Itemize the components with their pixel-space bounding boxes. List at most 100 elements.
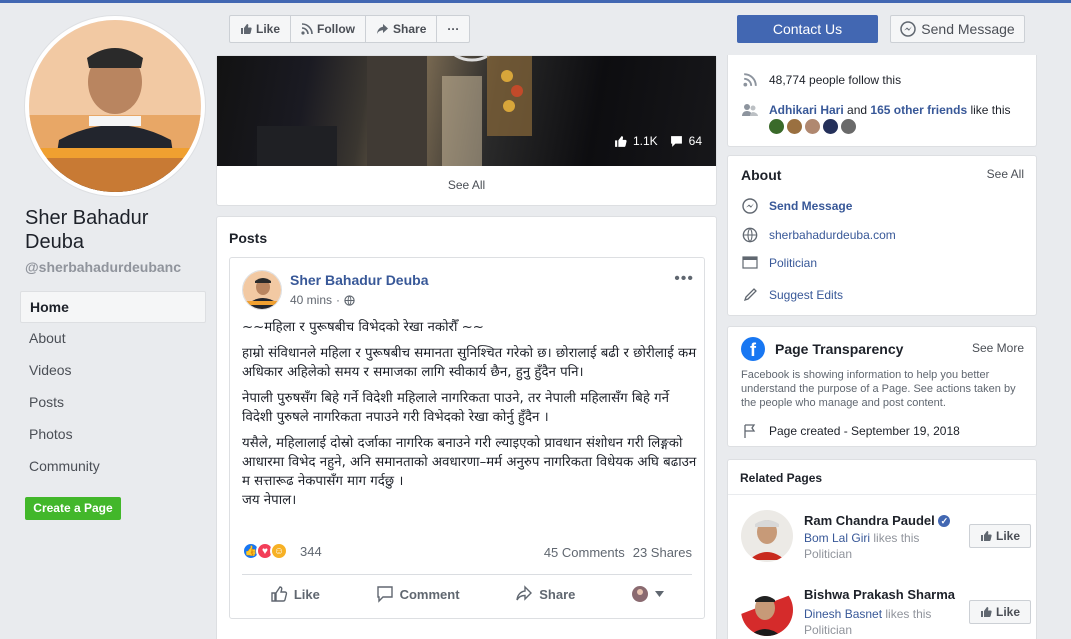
post-paragraph: यसैले, महिलालाई दोस्रो दर्जाका नागरिक बन… [242,436,697,489]
page-created-row: Page created - September 19, 2018 [741,422,960,440]
comment-count-link[interactable]: 45 Comments [544,545,625,560]
profile-picture[interactable] [25,16,205,196]
follow-count: 48,774 people follow this [769,73,902,87]
create-page-button[interactable]: Create a Page [25,497,121,520]
post-share-button[interactable]: Share [515,585,575,603]
nav-item-about[interactable]: About [20,323,206,355]
video-comment-count: 64 [688,134,702,148]
post-options-button[interactable]: ••• [674,270,694,288]
comment-icon [376,586,393,603]
post-paragraph: हाम्रो संविधानले महिला र पुरूषबीच समानता… [242,346,697,380]
contact-us-button[interactable]: Contact Us [737,15,878,43]
about-heading: About [741,167,782,183]
video-player[interactable]: 1.1K 64 [217,56,716,166]
website-row: sherbahadurdeuba.com [741,226,896,244]
videos-see-all-link[interactable]: See All [217,178,716,192]
avatar-icon [632,586,649,602]
caret-down-icon [655,591,665,597]
community-card: 48,774 people follow this Adhikari Hari … [727,55,1037,147]
related-like-label: Like [995,605,1020,619]
related-page-social-context: Dinesh Basnet likes this Politician [804,606,954,638]
related-category: Politician [804,547,853,561]
send-message-label: Send Message [921,21,1015,37]
post-time-text[interactable]: 40 mins [290,293,332,307]
friends-like-row: Adhikari Hari and 165 other friends like… [741,101,1010,119]
post-audience-selector[interactable] [631,585,665,603]
friends-icon [741,101,759,119]
post-author-avatar[interactable] [242,270,282,310]
nav-item-videos[interactable]: Videos [20,355,206,387]
dot-separator: · [336,293,341,307]
related-pages-heading: Related Pages [740,471,823,485]
messenger-icon [741,197,759,215]
rss-icon [301,23,313,35]
post-body: ~~महिला र पुरूषबीच विभेदको रेखा नकोरौँ ~… [242,318,697,517]
nav-item-community[interactable]: Community [20,451,206,483]
about-see-all-link[interactable]: See All [987,167,1024,181]
video-card: 1.1K 64 See All [216,55,717,206]
related-like-label: Like [995,529,1020,543]
post-like-button[interactable]: Like [270,585,320,603]
friend-avatar[interactable] [823,119,838,134]
related-page-name[interactable]: Bishwa Prakash Sharma [804,587,955,602]
globe-icon [741,226,759,244]
post-divider [242,574,692,575]
friend-name-link[interactable]: Adhikari Hari [769,103,844,117]
post-comment-button[interactable]: Comment [376,585,460,603]
related-like-button[interactable]: Like [969,600,1031,624]
friend-avatar[interactable] [769,119,784,134]
related-page-item: Bishwa Prakash Sharma Dinesh Basnet like… [741,584,1031,639]
friend-connector: and [847,103,868,117]
related-page-name[interactable]: Ram Chandra Paudel ✓ [804,513,951,528]
related-page-avatar[interactable] [741,510,793,562]
transparency-see-more-link[interactable]: See More [972,341,1024,355]
more-options-button[interactable]: ··· [437,16,469,42]
friend-avatar[interactable] [841,119,856,134]
friend-avatar[interactable] [805,119,820,134]
pencil-icon [741,286,759,304]
transparency-description: Facebook is showing information to help … [741,369,1016,409]
related-friend-link[interactable]: Bom Lal Giri [804,531,870,545]
related-page-social-context: Bom Lal Giri likes this Politician [804,530,954,562]
reaction-count: 344 [300,543,322,559]
share-count-link[interactable]: 23 Shares [633,545,692,560]
follow-button[interactable]: Follow [291,16,367,42]
engagement-counts: 45 Comments 23 Shares [544,545,692,560]
transparency-header: f Page Transparency [741,337,903,361]
related-like-button[interactable]: Like [969,524,1031,548]
category-link[interactable]: Politician [769,256,817,270]
about-send-message-link[interactable]: Send Message [769,199,852,213]
send-message-button[interactable]: Send Message [890,15,1025,43]
related-divider [728,494,1036,495]
page-created-text: Page created - September 19, 2018 [769,424,960,438]
facebook-logo-icon: f [741,337,765,361]
nav-item-home[interactable]: Home [20,291,206,323]
about-send-message-row[interactable]: Send Message [741,197,852,215]
post-author-name[interactable]: Sher Bahadur Deuba [290,272,428,288]
suggest-edits-link[interactable]: Suggest Edits [769,288,843,302]
like-page-button[interactable]: Like [230,16,292,42]
video-stats: 1.1K 64 [614,134,702,148]
related-page-avatar[interactable] [741,584,793,636]
friend-suffix: like this [970,103,1011,117]
suggest-edits-row: Suggest Edits [741,286,843,304]
related-pages-card: Related Pages Ram Chandra Paudel ✓ Bom L… [727,459,1037,639]
post-timestamp: 40 mins · [290,293,355,307]
friend-avatar[interactable] [787,119,802,134]
nav-item-photos[interactable]: Photos [20,419,206,451]
thumbs-up-icon [980,531,992,541]
verified-badge-icon: ✓ [938,515,951,527]
website-link[interactable]: sherbahadurdeuba.com [769,228,896,242]
flag-icon [741,422,759,440]
nav-item-posts[interactable]: Posts [20,387,206,419]
share-page-button[interactable]: Share [366,16,438,42]
other-friends-link[interactable]: 165 other friends [870,103,967,117]
category-row: Politician [741,254,817,272]
related-friend-link[interactable]: Dinesh Basnet [804,607,882,621]
transparency-heading: Page Transparency [775,341,904,357]
reaction-summary[interactable]: 👍 ♥ ☺ 344 [242,542,322,560]
page-username: @sherbahadurdeubanc [25,259,182,275]
post-share-label: Share [539,586,576,602]
share-arrow-icon [377,24,389,34]
friend-avatars [769,119,856,134]
